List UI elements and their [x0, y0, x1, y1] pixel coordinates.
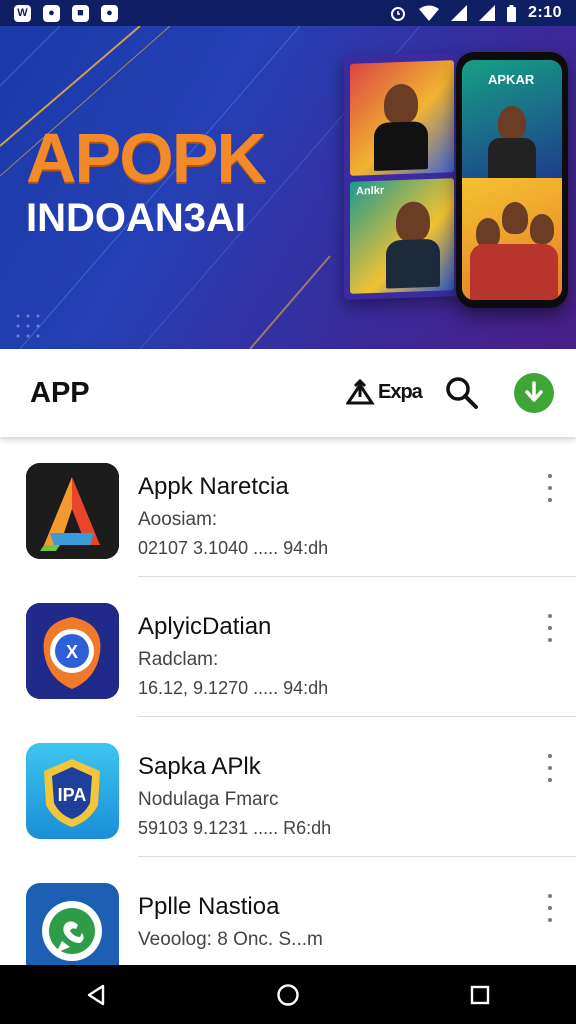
app-meta: 16.12, 9.1270 ..... 94:dh	[138, 678, 329, 698]
recents-button[interactable]	[460, 975, 500, 1015]
export-label: Expa	[378, 380, 423, 403]
notification-image-icon: ■	[72, 4, 89, 22]
status-bar: W ● ■ ● 2:10	[0, 0, 576, 26]
notification-message-icon: ●	[101, 4, 118, 22]
app-subtitle: Veoolog: 8 Onc. S...m	[138, 929, 323, 950]
app-meta: 59103 9.1231 ..... R6:dh	[138, 818, 332, 838]
battery-icon	[506, 4, 516, 22]
app-bar: APP Expa	[0, 349, 576, 437]
promo-card-label: Anlkr	[356, 184, 385, 198]
app-name: AplyicDatian	[138, 613, 272, 640]
download-icon	[525, 381, 543, 402]
wifi-icon	[418, 5, 439, 21]
notification-icons: W ● ■ ●	[14, 4, 118, 22]
notification-chat-icon: ●	[43, 4, 60, 22]
more-options-icon[interactable]	[540, 753, 560, 783]
svg-text:X: X	[66, 642, 78, 662]
back-icon	[87, 984, 105, 1005]
app-bar-title: APP	[30, 377, 90, 409]
search-icon[interactable]	[444, 375, 480, 411]
more-options-icon[interactable]	[540, 473, 560, 503]
app-name: Sapka APlk	[138, 753, 261, 780]
system-navigation-bar	[0, 965, 576, 1024]
shield-ball-logo-icon: X	[26, 603, 119, 699]
signal-icon	[450, 5, 467, 21]
notification-app-icon: W	[14, 4, 31, 22]
status-icons: 2:10	[389, 4, 562, 22]
phone-mockup: APKAR	[456, 52, 568, 308]
promo-card-image: Anlkr	[344, 51, 460, 301]
recents-icon	[470, 985, 490, 1004]
app-list: Appk Naretcia Aoosiam: 02107 3.1040 ....…	[0, 437, 576, 965]
list-item[interactable]: IPA Sapka APlk Nodulaga Fmarc 59103 9.12…	[0, 717, 576, 857]
phone-screen-label: APKAR	[488, 72, 535, 87]
app-subtitle: Radclam:	[138, 649, 219, 670]
letter-a-logo-icon	[26, 463, 119, 559]
promo-banner[interactable]: APOPK INDOAN3AI Anlkr APKAR	[0, 26, 576, 349]
app-name: Appk Naretcia	[138, 473, 289, 500]
alarm-icon	[390, 7, 405, 21]
promo-tile-bottom: Anlkr	[350, 178, 454, 294]
app-subtitle: Nodulaga Fmarc	[138, 789, 279, 810]
download-button[interactable]	[514, 373, 554, 413]
promo-tile-top	[350, 60, 454, 176]
export-button[interactable]: Expa	[346, 377, 423, 407]
list-item[interactable]: Pplle Nastioa Veoolog: 8 Onc. S...m	[0, 857, 576, 965]
signal-icon	[478, 5, 495, 21]
home-button[interactable]	[268, 975, 308, 1015]
svg-text:IPA: IPA	[58, 785, 87, 805]
more-options-icon[interactable]	[540, 893, 560, 923]
list-item[interactable]: Appk Naretcia Aoosiam: 02107 3.1040 ....…	[0, 437, 576, 577]
back-button[interactable]	[76, 975, 116, 1015]
app-meta: 02107 3.1040 ..... 94:dh	[138, 538, 329, 558]
app-subtitle: Aoosiam:	[138, 509, 218, 530]
ipa-badge-logo-icon: IPA	[26, 743, 119, 839]
clock: 2:10	[527, 4, 562, 21]
more-options-icon[interactable]	[540, 613, 560, 643]
app-name: Pplle Nastioa	[138, 893, 280, 920]
banner-title: APOPK	[26, 119, 267, 197]
home-icon	[277, 983, 299, 1006]
chat-bubble-logo-icon	[26, 883, 119, 965]
banner-subtitle: INDOAN3AI	[26, 196, 247, 240]
list-item[interactable]: X AplyicDatian Radclam: 16.12, 9.1270 ..…	[0, 577, 576, 717]
export-icon	[346, 378, 375, 405]
